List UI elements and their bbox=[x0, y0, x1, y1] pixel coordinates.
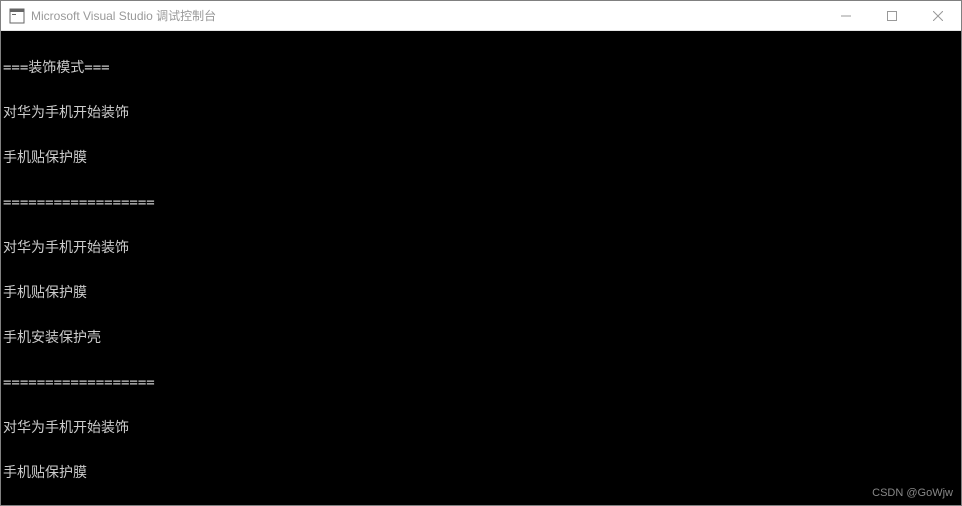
console-window: Microsoft Visual Studio 调试控制台 ===装饰模式===… bbox=[0, 0, 962, 506]
close-button[interactable] bbox=[915, 1, 961, 30]
console-line: 对华为手机开始装饰 bbox=[3, 421, 959, 436]
console-line: ================== bbox=[3, 376, 959, 391]
window-title: Microsoft Visual Studio 调试控制台 bbox=[31, 7, 216, 24]
console-line: 对华为手机开始装饰 bbox=[3, 241, 959, 256]
console-line: 对华为手机开始装饰 bbox=[3, 106, 959, 121]
console-line: 手机贴保护膜 bbox=[3, 286, 959, 301]
window-controls bbox=[823, 1, 961, 30]
console-line: 手机贴保护膜 bbox=[3, 151, 959, 166]
console-output[interactable]: ===装饰模式=== 对华为手机开始装饰 手机贴保护膜 ============… bbox=[1, 31, 961, 505]
console-line: 手机贴保护膜 bbox=[3, 466, 959, 481]
console-line: ================== bbox=[3, 196, 959, 211]
console-line: ===装饰模式=== bbox=[3, 61, 959, 76]
watermark: CSDN @GoWjw bbox=[872, 486, 953, 501]
console-line: 手机安装保护壳 bbox=[3, 331, 959, 346]
minimize-button[interactable] bbox=[823, 1, 869, 30]
app-icon bbox=[9, 8, 25, 24]
maximize-button[interactable] bbox=[869, 1, 915, 30]
titlebar[interactable]: Microsoft Visual Studio 调试控制台 bbox=[1, 1, 961, 31]
